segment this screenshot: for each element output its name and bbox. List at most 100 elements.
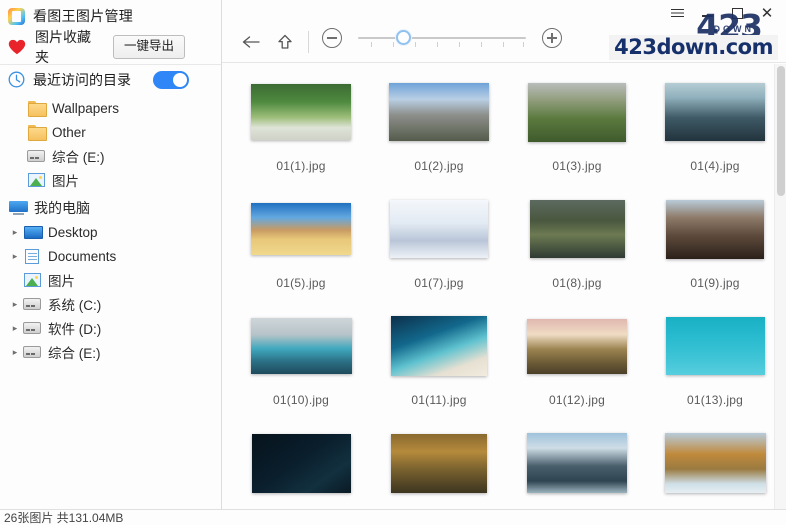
thumbnail-image[interactable] <box>391 433 487 493</box>
thumbnail-image-box[interactable] <box>250 306 352 386</box>
zoom-slider[interactable] <box>358 28 526 48</box>
thumbnail-filename: 01(13).jpg <box>686 393 744 407</box>
thumbnail-image-box[interactable] <box>390 189 488 269</box>
thumbnail-image[interactable] <box>527 318 627 374</box>
thumbnail-image-box[interactable] <box>665 306 765 386</box>
sidebar-item-recent[interactable]: 最近访问的目录 <box>0 64 221 94</box>
minimize-icon[interactable] <box>692 2 722 24</box>
chevron-right-icon[interactable]: ▸ <box>8 299 22 309</box>
tree-item-label: 图片 <box>48 274 75 289</box>
tree-item-pictures[interactable]: 图片 <box>0 268 221 292</box>
thumbnail-image[interactable] <box>251 203 351 255</box>
picture-icon <box>26 173 46 187</box>
zoom-out-icon[interactable] <box>322 28 342 48</box>
recent-toggle[interactable] <box>153 70 189 89</box>
thumbnail-image-box[interactable] <box>528 72 626 152</box>
thumbnail-image-box[interactable] <box>527 423 627 503</box>
checkbox-box[interactable] <box>621 37 635 50</box>
tree-item-label: Desktop <box>48 224 98 240</box>
thumbnail-image[interactable] <box>527 433 627 493</box>
thumbnail-image[interactable] <box>665 317 765 375</box>
thumbnail-cell[interactable]: 01(5).jpg <box>232 189 370 306</box>
heart-icon <box>8 39 26 55</box>
sidebar-item-my-computer[interactable]: 我的电脑 <box>0 196 221 220</box>
toolbar: ✕ 全选 批量处理 ▼ 423 DOWN 423down.com <box>222 0 786 63</box>
chevron-right-icon[interactable]: ▸ <box>8 251 22 261</box>
thumbnail-image[interactable] <box>391 316 487 376</box>
thumbnail-image[interactable] <box>250 318 352 374</box>
thumbnail-image-box[interactable] <box>251 189 351 269</box>
thumbnail-cell[interactable]: 01(14).jpg <box>232 423 370 509</box>
export-button[interactable]: 一键导出 <box>112 35 185 59</box>
thumbnail-image-box[interactable] <box>391 423 487 503</box>
thumbnail-cell[interactable]: 01(10).jpg <box>232 306 370 423</box>
select-all-checkbox[interactable]: 全选 <box>621 34 668 53</box>
chevron-right-icon[interactable]: ▸ <box>8 347 22 357</box>
tree-item-drive-e[interactable]: ▸ 综合 (E:) <box>0 340 221 364</box>
thumbnail-image[interactable] <box>666 199 764 259</box>
tree-item-desktop[interactable]: ▸ Desktop <box>0 220 221 244</box>
sidebar-tree: Wallpapers Other 综合 (E:) 图片 我的电脑 ▸ Deskt… <box>0 94 221 364</box>
thumbnail-image[interactable] <box>251 84 351 140</box>
thumbnail-image-box[interactable] <box>251 72 351 152</box>
tree-item-drive-e-recent[interactable]: 综合 (E:) <box>0 144 221 168</box>
maximize-icon[interactable] <box>722 2 752 24</box>
thumbnail-image-box[interactable] <box>527 306 627 386</box>
thumbnail-cell[interactable]: 01(4).jpg <box>646 72 784 189</box>
thumbnail-image-box[interactable] <box>391 306 487 386</box>
batch-process-button[interactable]: 批量处理 ▼ <box>692 34 756 53</box>
thumbnail-cell[interactable]: 01(2).jpg <box>370 72 508 189</box>
thumbnail-image[interactable] <box>664 433 766 493</box>
thumbnail-cell[interactable]: 01(16).jpg <box>508 423 646 509</box>
tree-item-drive-d[interactable]: ▸ 软件 (D:) <box>0 316 221 340</box>
thumbnail-image[interactable] <box>528 82 626 142</box>
hamburger-menu-icon[interactable] <box>662 2 692 24</box>
up-arrow-icon[interactable] <box>268 28 302 56</box>
thumbnail-cell[interactable]: 01(8).jpg <box>508 189 646 306</box>
tree-item-documents[interactable]: ▸ Documents <box>0 244 221 268</box>
vertical-scrollbar[interactable] <box>774 64 786 509</box>
thumbnail-image-box[interactable] <box>666 189 764 269</box>
thumbnail-filename: 01(5).jpg <box>276 276 326 290</box>
slider-knob[interactable] <box>396 30 411 45</box>
close-icon[interactable]: ✕ <box>752 2 782 24</box>
thumbnail-image[interactable] <box>529 200 625 258</box>
zoom-in-icon[interactable] <box>542 28 562 48</box>
thumbnail-image-box[interactable] <box>251 423 351 503</box>
thumbnail-cell[interactable]: 01(15).jpg <box>370 423 508 509</box>
tree-item-drive-c[interactable]: ▸ 系统 (C:) <box>0 292 221 316</box>
sidebar-item-favorites[interactable]: 图片收藏夹 一键导出 <box>0 29 221 65</box>
thumbnail-image-box[interactable] <box>529 189 625 269</box>
drive-icon <box>22 322 42 334</box>
scrollbar-thumb[interactable] <box>777 66 785 196</box>
folder-icon <box>26 101 47 117</box>
clock-icon <box>8 71 25 88</box>
thumbnail-filename: 01(3).jpg <box>552 159 602 173</box>
thumbnail-image-box[interactable] <box>664 423 766 503</box>
tree-item-label: 综合 (E:) <box>48 346 101 361</box>
tree-item-wallpapers[interactable]: Wallpapers <box>0 96 221 120</box>
thumbnail-image[interactable] <box>389 83 489 141</box>
thumbnail-image-box[interactable] <box>389 72 489 152</box>
thumbnail-image[interactable] <box>665 83 765 141</box>
tree-item-label: Wallpapers <box>52 100 120 116</box>
back-arrow-icon[interactable] <box>234 28 268 56</box>
thumbnail-image[interactable] <box>390 200 488 258</box>
thumbnail-cell[interactable]: 01(11).jpg <box>370 306 508 423</box>
chevron-right-icon[interactable]: ▸ <box>8 323 22 333</box>
app-logo-icon <box>8 7 25 25</box>
thumbnail-cell[interactable]: 01(13).jpg <box>646 306 784 423</box>
tree-item-other[interactable]: Other <box>0 120 221 144</box>
thumbnail-cell[interactable]: 01(12).jpg <box>508 306 646 423</box>
thumbnail-cell[interactable]: 01(17).jpg <box>646 423 784 509</box>
thumbnail-cell[interactable]: 01(1).jpg <box>232 72 370 189</box>
thumbnail-cell[interactable]: 01(9).jpg <box>646 189 784 306</box>
thumbnail-image-box[interactable] <box>665 72 765 152</box>
thumbnail-image[interactable] <box>251 433 351 493</box>
tree-item-pictures-recent[interactable]: 图片 <box>0 168 221 192</box>
chevron-right-icon[interactable]: ▸ <box>8 227 22 237</box>
thumbnail-grid-container: 01(1).jpg 01(2).jpg 01(3).jpg 01(4).jpg 01(5… <box>222 64 786 509</box>
thumbnail-cell[interactable]: 01(7).jpg <box>370 189 508 306</box>
chevron-down-icon[interactable]: ▼ <box>748 39 756 48</box>
thumbnail-cell[interactable]: 01(3).jpg <box>508 72 646 189</box>
